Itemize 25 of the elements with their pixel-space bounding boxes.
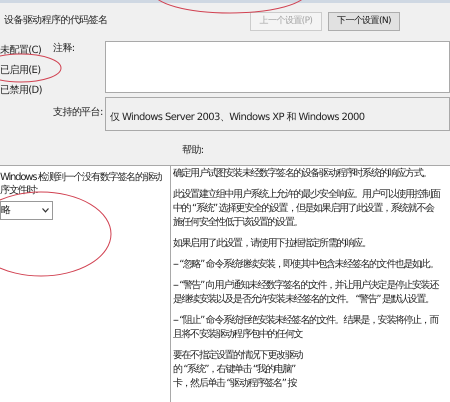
- help-text-line: -- “阻止” 命令系统拒绝安装未经签名的文件。结果是，安装将停止，而: [173, 314, 440, 328]
- help-label: 帮助:: [182, 144, 204, 158]
- help-text-line: -- “警告” 向用户通知未经数字签名的文件，并让用户决定是停止安装还: [173, 279, 440, 293]
- help-text-line: 是继续安装以及是否允许安装未经签名的文件。 “警告” 是默认设置。: [173, 293, 435, 307]
- radio-option[interactable]: 未配置(C): [0, 43, 53, 57]
- help-text-line: 确定用户试图安装未经数字签名的设备驱动程序时系统的响应方式。: [173, 167, 432, 181]
- nav-button[interactable]: 下一个设置(N): [328, 12, 400, 31]
- option-description: Windows 检测到一个没有数字签名的驱动: [0, 171, 163, 184]
- help-text-line: 卡，然后单击 “驱动程序签名” 按: [173, 377, 298, 391]
- platform-label: 支持的平台:: [53, 106, 104, 120]
- help-text-line: 此设置建立组中用户系统上允许的最少安全响应。用户可以使用控制面: [173, 188, 442, 202]
- platform-text: 仅 Windows Server 2003、Windows XP 和 Windows 2000: [110, 112, 365, 123]
- help-text-line: 的 “系统”，右键单击 “我的电脑”: [173, 363, 296, 377]
- help-text-line: 要在不指定设置的情况下更改驱动: [173, 349, 304, 363]
- chevron-down-icon: [42, 208, 49, 213]
- help-text-line: 如果启用了此设置，请使用下拉框指定所需的响应。: [173, 237, 372, 251]
- policy-title: 设备驱动程序的代码签名: [4, 14, 108, 28]
- comment-field[interactable]: [105, 41, 450, 93]
- response-dropdown[interactable]: 略: [0, 201, 53, 220]
- help-text-line: 中的 “系统” 选择更安全的设置，但是如果启用了此设置，系统就不会: [173, 202, 436, 216]
- radio-option[interactable]: 已禁用(D): [0, 83, 53, 97]
- help-text-line: 施任何安全性低于该设置的设置。: [173, 216, 304, 230]
- help-text-line: -- “忽略” 命令系统继续安装，即使其中包含未经签名的文件也是如此。: [173, 258, 439, 272]
- help-text-line: 且将不安装驱动程序包中的任何文: [173, 328, 304, 342]
- comment-label: 注释:: [53, 42, 76, 56]
